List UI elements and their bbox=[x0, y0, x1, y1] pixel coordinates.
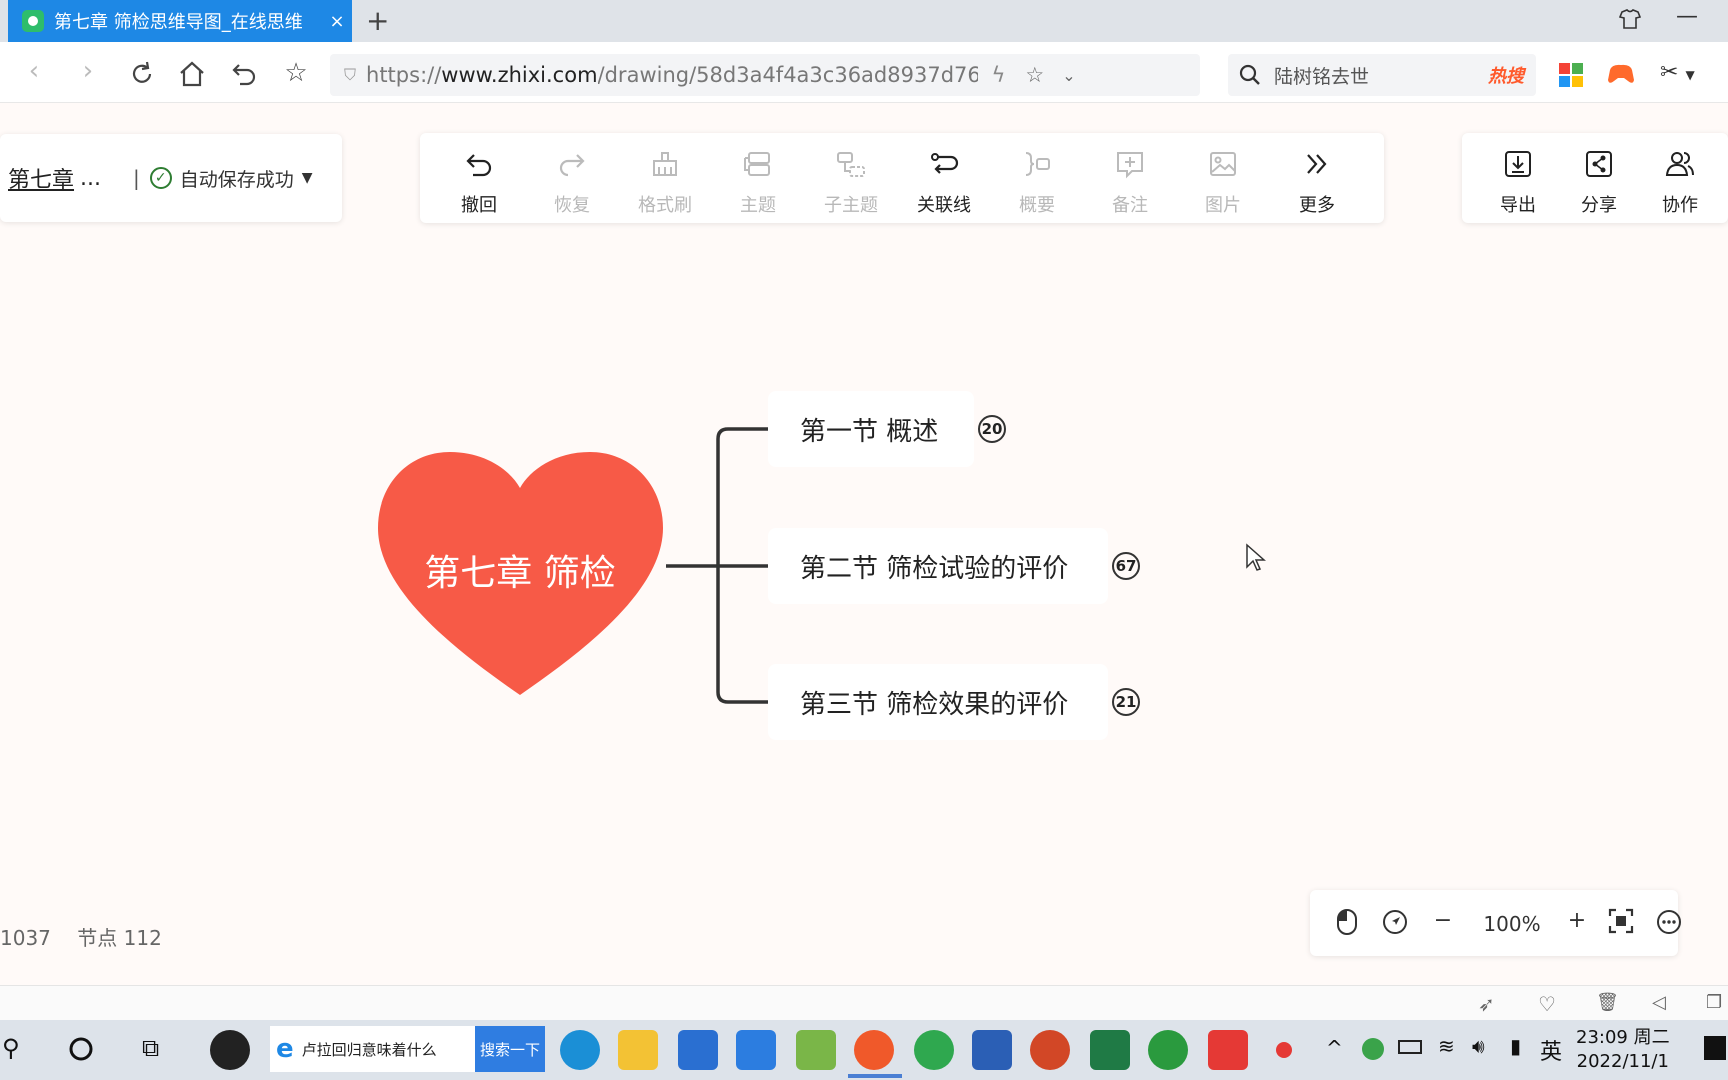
ie-green-icon[interactable] bbox=[914, 1030, 954, 1070]
zoom-in-button[interactable]: + bbox=[1562, 908, 1592, 938]
notification-icon[interactable] bbox=[1704, 1036, 1726, 1060]
word-icon[interactable] bbox=[972, 1030, 1012, 1070]
tray-security-icon[interactable] bbox=[1362, 1038, 1384, 1060]
zoom-out-button[interactable]: − bbox=[1428, 908, 1458, 938]
store-icon[interactable] bbox=[678, 1030, 718, 1070]
zoom-controls: − 100% + bbox=[1310, 890, 1681, 956]
health-icon[interactable]: ♡ bbox=[1538, 992, 1556, 1016]
tray-expand-icon[interactable]: ^ bbox=[1326, 1036, 1343, 1060]
mouse-cursor-icon bbox=[1246, 543, 1266, 571]
browser-360-icon[interactable] bbox=[854, 1030, 894, 1070]
system-clock[interactable]: 23:09 周二 2022/11/1 bbox=[1576, 1026, 1670, 1074]
app-fan-icon[interactable] bbox=[210, 1030, 250, 1070]
fit-screen-icon[interactable] bbox=[1606, 908, 1636, 938]
excel-icon[interactable] bbox=[1090, 1030, 1130, 1070]
node-count: 112 bbox=[123, 926, 162, 950]
record-icon[interactable] bbox=[1276, 1042, 1292, 1058]
ie-logo-icon: e bbox=[276, 1034, 294, 1064]
child-count-badge[interactable]: 21 bbox=[1112, 688, 1140, 716]
browser-status-bar bbox=[0, 985, 1728, 1021]
taskbar-search-icon[interactable]: ⚲ bbox=[2, 1034, 20, 1062]
trash-icon[interactable]: 🗑 bbox=[1596, 992, 1619, 1013]
battery-icon[interactable] bbox=[1398, 1040, 1422, 1054]
puzzle-app-icon[interactable] bbox=[796, 1030, 836, 1070]
cortana-icon[interactable] bbox=[68, 1036, 94, 1066]
branch-topic-label: 第二节 筛检试验的评价 bbox=[800, 553, 1069, 584]
taskbar-search-text: 卢拉回归意味着什么 bbox=[301, 1040, 437, 1059]
powerpoint-icon[interactable] bbox=[1030, 1030, 1070, 1070]
wps-icon[interactable] bbox=[1208, 1030, 1248, 1070]
root-topic-label[interactable]: 第七章 筛检 bbox=[400, 544, 640, 596]
mail-icon[interactable] bbox=[736, 1030, 776, 1070]
ime-indicator[interactable]: 英 bbox=[1540, 1034, 1562, 1066]
taskbar-search-button[interactable]: 搜索一下 bbox=[475, 1026, 545, 1072]
rocket-icon[interactable]: ➶ bbox=[1478, 992, 1495, 1016]
active-app-indicator bbox=[848, 1074, 902, 1078]
microphone-icon[interactable]: ▮ bbox=[1510, 1034, 1521, 1058]
zoom-level[interactable]: 100% bbox=[1470, 912, 1554, 942]
clock-time: 23:09 周二 bbox=[1576, 1027, 1670, 1048]
branch-topic-label: 第一节 概述 bbox=[800, 416, 939, 447]
char-count: 1037 bbox=[0, 926, 51, 950]
document-stats: 1037 节点 112 bbox=[0, 922, 162, 951]
child-count-badge[interactable]: 20 bbox=[978, 415, 1006, 443]
node-count-label: 节点 bbox=[77, 926, 118, 950]
branch-topic-3[interactable]: 第三节 筛检效果的评价 bbox=[768, 664, 1108, 740]
speaker-icon[interactable]: ◁ bbox=[1652, 992, 1666, 1013]
volume-icon[interactable]: 🔊︎ bbox=[1472, 1034, 1485, 1058]
window-icon[interactable]: ❐ bbox=[1706, 992, 1722, 1013]
wifi-icon[interactable]: ≋ bbox=[1438, 1034, 1455, 1058]
more-options-icon[interactable] bbox=[1654, 908, 1684, 938]
child-count-badge[interactable]: 67 bbox=[1112, 552, 1140, 580]
locate-icon[interactable] bbox=[1380, 908, 1410, 938]
mouse-mode-icon[interactable] bbox=[1332, 908, 1362, 938]
task-view-icon[interactable]: ⧉ bbox=[142, 1034, 159, 1062]
edge-browser-icon[interactable] bbox=[560, 1030, 600, 1070]
file-explorer-icon[interactable] bbox=[618, 1030, 658, 1070]
branch-topic-1[interactable]: 第一节 概述 bbox=[768, 391, 974, 467]
branch-topic-2[interactable]: 第二节 筛检试验的评价 bbox=[768, 528, 1108, 604]
security-360-icon[interactable] bbox=[1148, 1030, 1188, 1070]
branch-topic-label: 第三节 筛检效果的评价 bbox=[800, 689, 1069, 720]
taskbar-web-search[interactable]: e 卢拉回归意味着什么 搜索一下 bbox=[270, 1026, 545, 1072]
clock-date: 2022/11/1 bbox=[1576, 1051, 1669, 1072]
